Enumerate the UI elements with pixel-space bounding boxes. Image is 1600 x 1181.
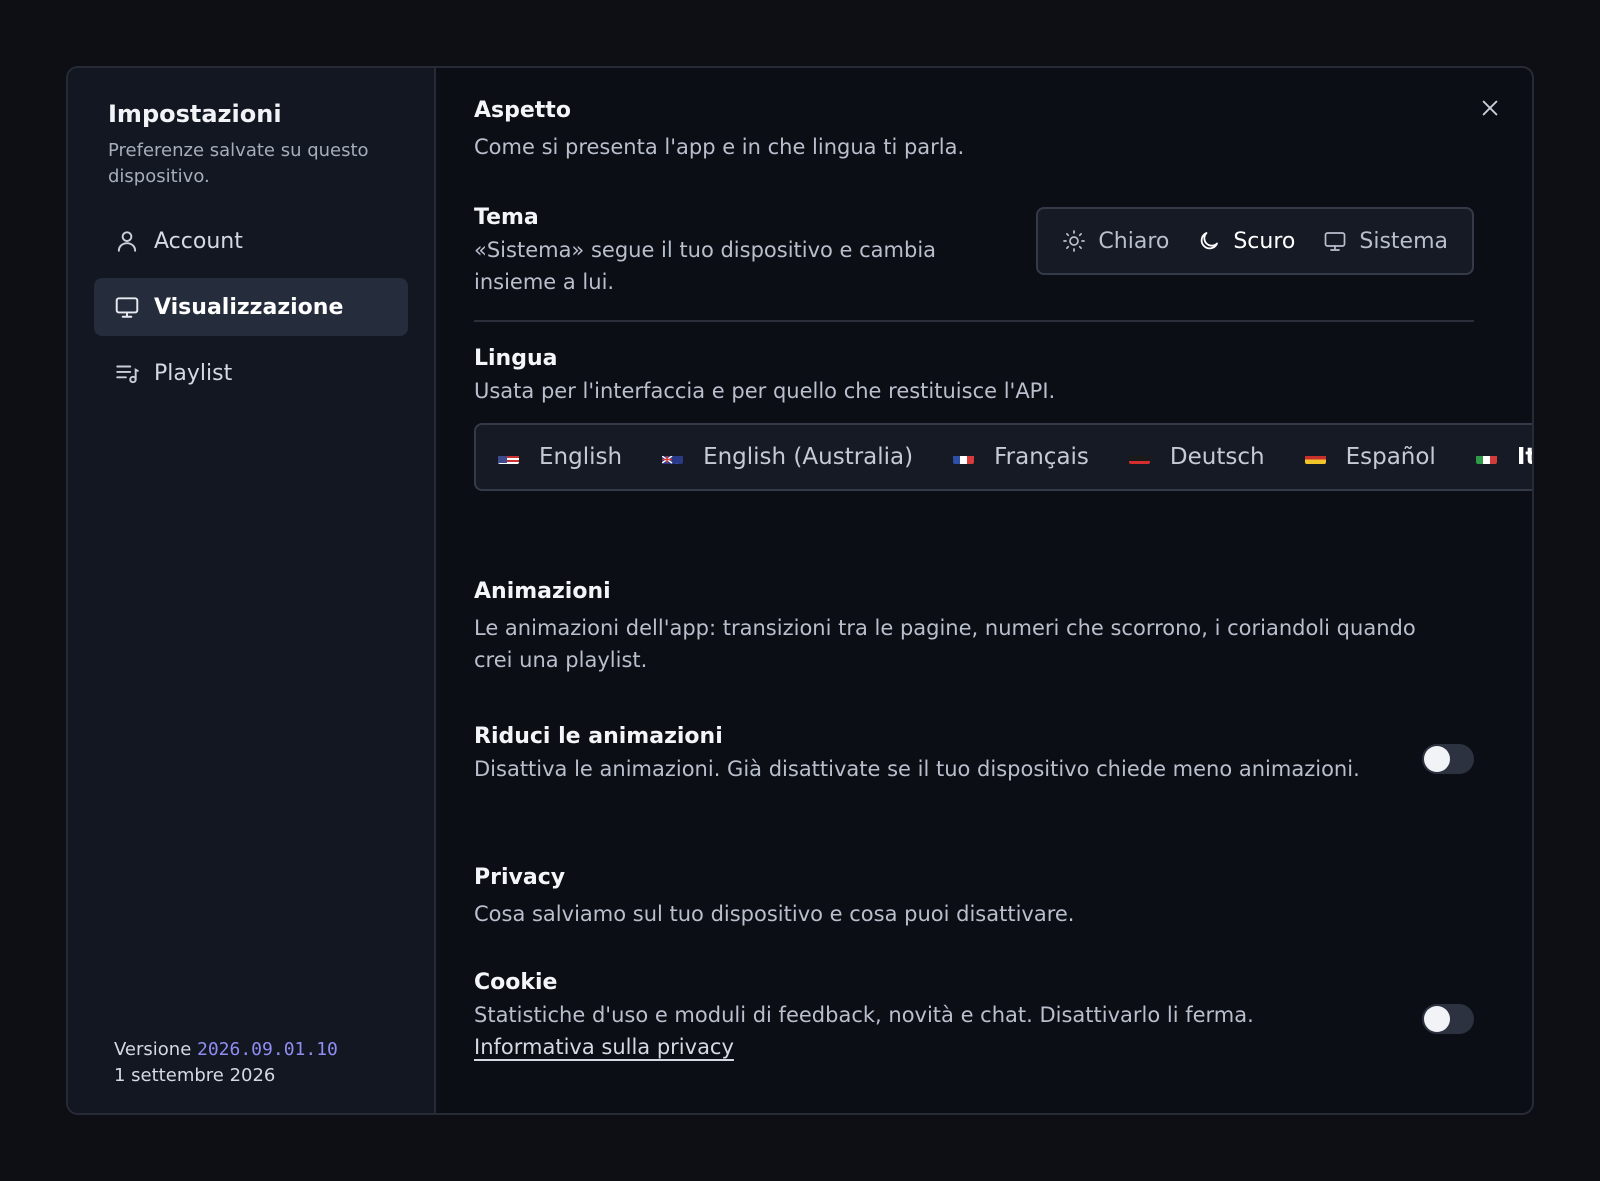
language-label: English (Australia)	[703, 444, 914, 470]
sun-icon	[1063, 230, 1086, 252]
fr-flag-icon	[953, 450, 975, 464]
language-option-english[interactable]: English	[498, 444, 622, 470]
version-date: 1 settembre 2026	[114, 1065, 276, 1086]
version-label: Versione	[114, 1039, 192, 1060]
theme-title: Tema	[474, 205, 539, 230]
toggle-knob	[1424, 1006, 1450, 1032]
section-title: Animazioni	[474, 579, 611, 604]
us-flag-icon	[498, 450, 519, 464]
reduce-motion-toggle[interactable]	[1422, 744, 1474, 774]
theme-option-chiaro[interactable]: Chiaro	[1048, 217, 1183, 265]
language-label: Deutsch	[1169, 444, 1265, 470]
language-option-deutsch[interactable]: Deutsch	[1128, 444, 1265, 470]
language-label: Italiano	[1516, 444, 1532, 470]
sidebar-title: Impostazioni	[108, 100, 282, 128]
theme-option-label: Scuro	[1233, 228, 1296, 254]
it-flag-icon	[1475, 450, 1497, 464]
theme-option-sistema[interactable]: Sistema	[1309, 217, 1462, 265]
cookie-title: Cookie	[474, 970, 558, 995]
section-title: Aspetto	[474, 98, 571, 123]
sidebar-item-label: Visualizzazione	[154, 294, 344, 320]
language-title: Lingua	[474, 346, 558, 371]
close-icon	[1482, 100, 1498, 116]
theme-option-scuro[interactable]: Scuro	[1183, 217, 1309, 265]
es-flag-icon	[1304, 450, 1326, 464]
theme-option-label: Sistema	[1359, 228, 1448, 254]
de-flag-icon	[1128, 450, 1150, 464]
moon-icon	[1201, 232, 1219, 250]
language-label: Español	[1345, 444, 1436, 470]
monitor-icon	[114, 294, 140, 320]
section-description: Le animazioni dell'app: transizioni tra …	[474, 616, 1416, 672]
section-privacy: Privacy Cosa salviamo sul tuo dispositiv…	[474, 865, 1494, 930]
settings-dialog: Impostazioni Preferenze salvate su quest…	[66, 66, 1534, 1115]
version-info: Versione 2026.09.01.10 1 settembre 2026	[114, 1037, 338, 1089]
cookie-toggle[interactable]	[1422, 1004, 1474, 1034]
language-option-english-australia[interactable]: English (Australia)	[662, 444, 913, 470]
cookie-setting: Cookie Statistiche d'uso e moduli di fee…	[474, 970, 1474, 1063]
section-aspetto: Aspetto Come si presenta l'app e in che …	[474, 98, 1494, 163]
reduce-motion-description: Disattiva le animazioni. Già disattivate…	[474, 757, 1360, 781]
language-option-espanol[interactable]: Español	[1304, 444, 1436, 470]
toggle-knob	[1424, 746, 1450, 772]
privacy-policy-link[interactable]: Informativa sulla privacy	[474, 1035, 734, 1059]
cookie-description-text: Statistiche d'uso e moduli di feedback, …	[474, 1003, 1254, 1027]
language-selector: English English (Australia) Français Deu…	[474, 423, 1532, 491]
version-number: 2026.09.01.10	[197, 1039, 338, 1060]
language-setting: Lingua Usata per l'interfaccia e per que…	[474, 346, 1532, 491]
user-icon	[114, 228, 140, 254]
theme-description: «Sistema» segue il tuo dispositivo e cam…	[474, 238, 937, 294]
language-option-italiano[interactable]: Italiano	[1475, 444, 1532, 470]
theme-option-label: Chiaro	[1098, 228, 1170, 254]
reduce-motion-title: Riduci le animazioni	[474, 724, 723, 749]
language-label: Français	[994, 444, 1089, 470]
sidebar-item-label: Account	[154, 228, 243, 254]
section-description: Cosa salviamo sul tuo dispositivo e cosa…	[474, 902, 1075, 926]
theme-setting: Tema «Sistema» segue il tuo dispositivo …	[474, 205, 1474, 322]
settings-sidebar: Impostazioni Preferenze salvate su quest…	[68, 68, 436, 1113]
section-title: Privacy	[474, 865, 566, 890]
monitor-icon	[1325, 232, 1346, 251]
close-button[interactable]	[1476, 94, 1504, 122]
sidebar-item-playlist[interactable]: Playlist	[94, 344, 408, 402]
language-option-francais[interactable]: Français	[953, 444, 1089, 470]
reduce-motion-setting: Riduci le animazioni Disattiva le animaz…	[474, 724, 1474, 785]
section-animazioni: Animazioni Le animazioni dell'app: trans…	[474, 579, 1494, 676]
theme-selector: Chiaro Scuro Sistema	[1036, 207, 1474, 275]
language-label: English	[539, 444, 623, 470]
cookie-description: Statistiche d'uso e moduli di feedback, …	[474, 999, 1374, 1063]
settings-nav: Account Visualizzazione Playlist	[94, 212, 408, 402]
au-flag-icon	[662, 450, 684, 464]
section-description: Come si presenta l'app e in che lingua t…	[474, 135, 965, 159]
sidebar-item-label: Playlist	[154, 360, 233, 386]
sidebar-item-account[interactable]: Account	[94, 212, 408, 270]
sidebar-subtitle: Preferenze salvate su questo dispositivo…	[108, 140, 369, 187]
playlist-icon	[114, 360, 140, 386]
language-description: Usata per l'interfaccia e per quello che…	[474, 379, 1056, 403]
settings-content: Aspetto Come si presenta l'app e in che …	[436, 68, 1532, 1113]
sidebar-item-visualizzazione[interactable]: Visualizzazione	[94, 278, 408, 336]
